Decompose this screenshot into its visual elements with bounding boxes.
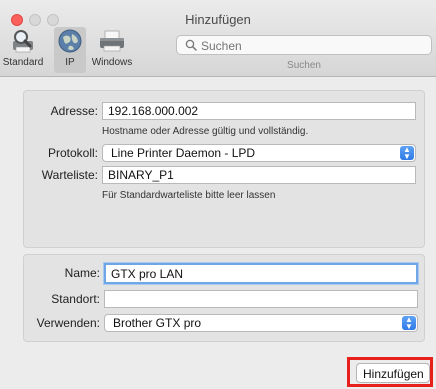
add-button[interactable]: Hinzufügen <box>356 363 430 383</box>
toolbar-windows-button[interactable]: Windows <box>88 27 136 73</box>
protocol-value: Line Printer Daemon - LPD <box>111 146 256 160</box>
use-label: Verwenden: <box>36 316 100 330</box>
toolbar-ip-label: IP <box>65 57 75 68</box>
connection-settings-panel: Adresse: Hostname oder Adresse gültig un… <box>23 90 425 248</box>
chevron-updown-icon: ▲ ▼ <box>402 316 416 331</box>
protocol-label: Protokoll: <box>47 146 98 160</box>
protocol-popup[interactable]: Line Printer Daemon - LPD ▲ ▼ <box>102 144 416 162</box>
address-field[interactable] <box>102 102 416 120</box>
address-label: Adresse: <box>50 104 98 118</box>
window-title: Hinzufügen <box>185 12 251 27</box>
search-field[interactable] <box>176 35 432 55</box>
queue-hint: Für Standardwarteliste bitte leer lassen <box>102 190 276 201</box>
queue-field[interactable] <box>102 166 416 184</box>
search-caption: Suchen <box>287 60 321 71</box>
toolbar-ip-button[interactable]: IP <box>54 27 86 73</box>
location-label: Standort: <box>51 292 100 306</box>
titlebar-toolbar: Hinzufügen Standard IP Windows Suchen Su… <box>0 0 436 77</box>
address-hint: Hostname oder Adresse gültig und vollstä… <box>102 126 309 137</box>
printer-settings-panel: Name: Standort: Verwenden: Brother GTX p… <box>23 254 425 342</box>
name-field[interactable] <box>104 263 418 284</box>
globe-icon <box>57 28 83 57</box>
name-label: Name: <box>64 266 100 280</box>
driver-value: Brother GTX pro <box>113 316 202 330</box>
toolbar-standard-button[interactable]: Standard <box>2 27 44 73</box>
printer-icon <box>97 28 127 57</box>
search-input[interactable] <box>199 37 423 55</box>
toolbar-windows-label: Windows <box>91 57 133 68</box>
driver-popup[interactable]: Brother GTX pro ▲ ▼ <box>104 314 418 332</box>
chevron-updown-icon: ▲ ▼ <box>400 146 414 161</box>
location-field[interactable] <box>104 290 418 308</box>
add-printer-window: Hinzufügen Standard IP Windows Suchen Su… <box>0 0 436 389</box>
queue-label: Warteliste: <box>41 168 98 182</box>
toolbar-standard-label: Standard <box>2 57 44 68</box>
magnifier-printer-icon <box>9 28 37 57</box>
search-icon <box>185 39 197 54</box>
